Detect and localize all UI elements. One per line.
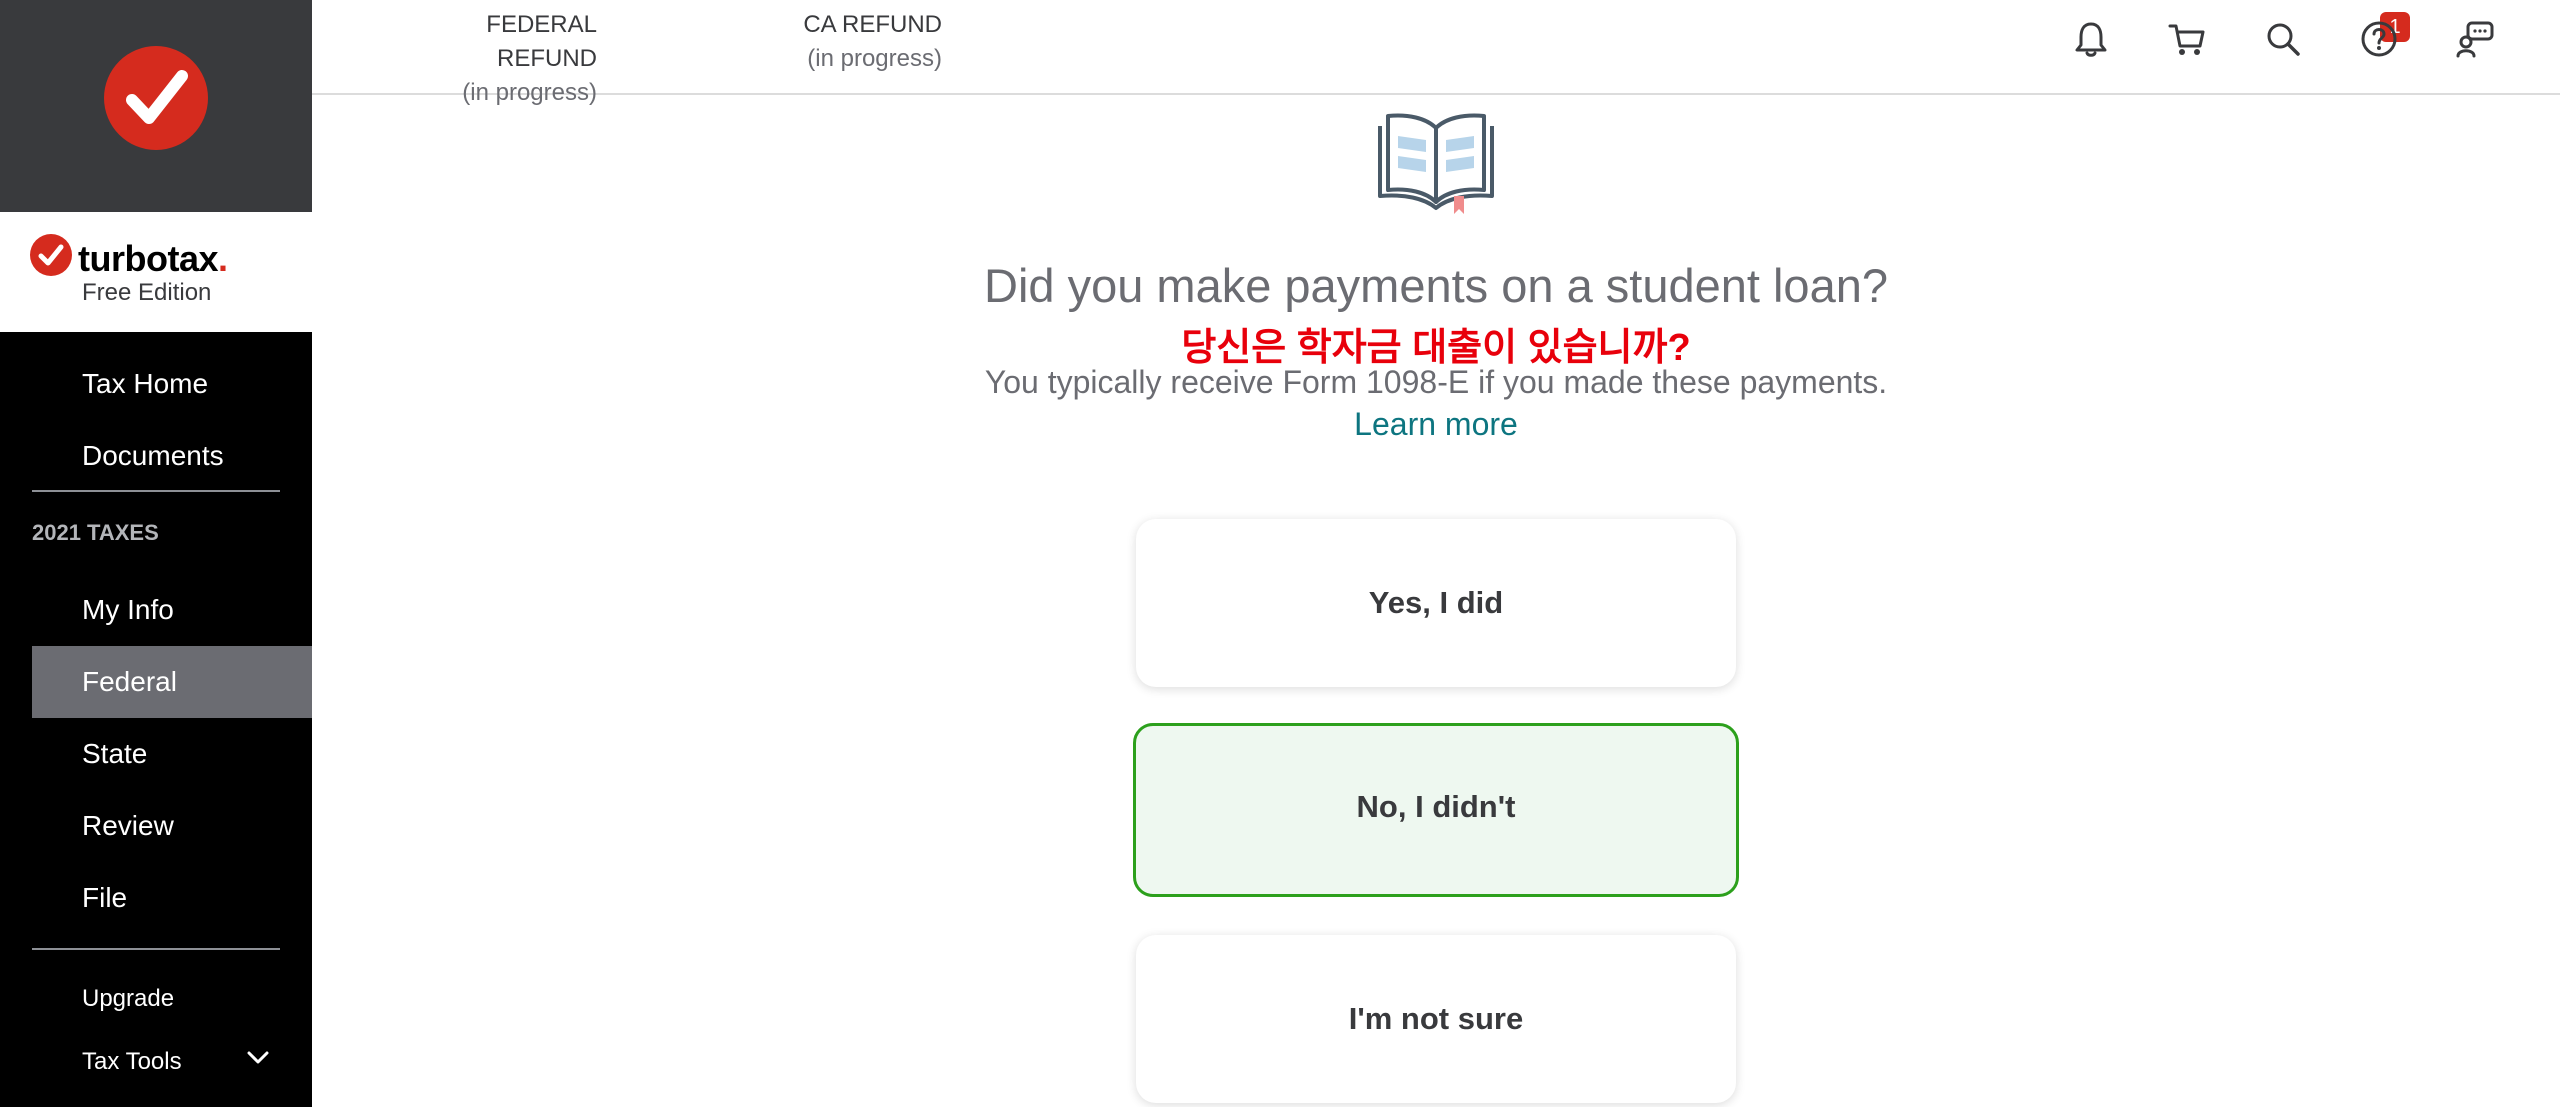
nav-review[interactable]: Review xyxy=(32,790,312,862)
nav-tax-home[interactable]: Tax Home xyxy=(32,348,312,420)
choice-yes-button[interactable]: Yes, I did xyxy=(1136,519,1736,687)
bell-icon[interactable] xyxy=(2070,18,2112,60)
question-subtext: You typically receive Form 1098-E if you… xyxy=(984,364,1888,400)
learn-more-row: Learn more xyxy=(312,406,2560,443)
federal-refund-label: FEDERAL REFUND xyxy=(486,11,597,72)
help-icon[interactable] xyxy=(2358,18,2400,60)
ca-refund-meter[interactable]: CA REFUND (in progress) xyxy=(777,8,942,76)
nav-divider xyxy=(32,490,280,492)
federal-refund-meter[interactable]: FEDERAL REFUND (in progress) xyxy=(392,8,597,110)
logo-wordmark: turbotax. xyxy=(78,238,228,279)
nav-documents[interactable]: Documents xyxy=(32,420,312,492)
search-icon[interactable] xyxy=(2262,18,2304,60)
open-book-icon xyxy=(1378,113,1494,214)
federal-refund-status: (in progress) xyxy=(462,79,597,106)
brand-header xyxy=(0,0,312,212)
turbotax-check-icon[interactable] xyxy=(104,46,208,150)
cart-icon[interactable] xyxy=(2166,18,2208,60)
question-title: Did you make payments on a student loan? xyxy=(984,259,1888,312)
nav-divider xyxy=(32,948,280,950)
logo-check-icon xyxy=(30,234,72,276)
nav-state[interactable]: State xyxy=(32,718,312,790)
chevron-down-icon[interactable] xyxy=(246,1050,270,1066)
nav-upgrade[interactable]: Upgrade xyxy=(82,985,174,1013)
nav-federal[interactable]: Federal xyxy=(32,646,312,718)
edition-label: Free Edition xyxy=(82,279,212,306)
nav-section-title: 2021 TAXES xyxy=(32,520,159,545)
turbotax-logo[interactable]: turbotax. Free Edition xyxy=(0,212,312,332)
question-translation: 당신은 학자금 대출이 있습니까? xyxy=(1181,327,1691,369)
top-header: FEDERAL REFUND (in progress) CA REFUND (… xyxy=(312,0,2560,106)
ca-refund-label: CA REFUND xyxy=(803,11,942,38)
choice-not-sure-button[interactable]: I'm not sure xyxy=(1136,935,1736,1103)
ca-refund-status: (in progress) xyxy=(807,45,942,72)
nav-my-info[interactable]: My Info xyxy=(32,574,312,646)
chat-icon[interactable] xyxy=(2454,18,2496,60)
sidebar: turbotax. Free Edition Tax Home Document… xyxy=(0,0,312,1107)
nav-file[interactable]: File xyxy=(32,862,312,934)
nav-tax-tools[interactable]: Tax Tools xyxy=(82,1048,182,1076)
choice-no-button[interactable]: No, I didn't xyxy=(1133,723,1739,897)
learn-more-link[interactable]: Learn more xyxy=(1354,406,1518,442)
